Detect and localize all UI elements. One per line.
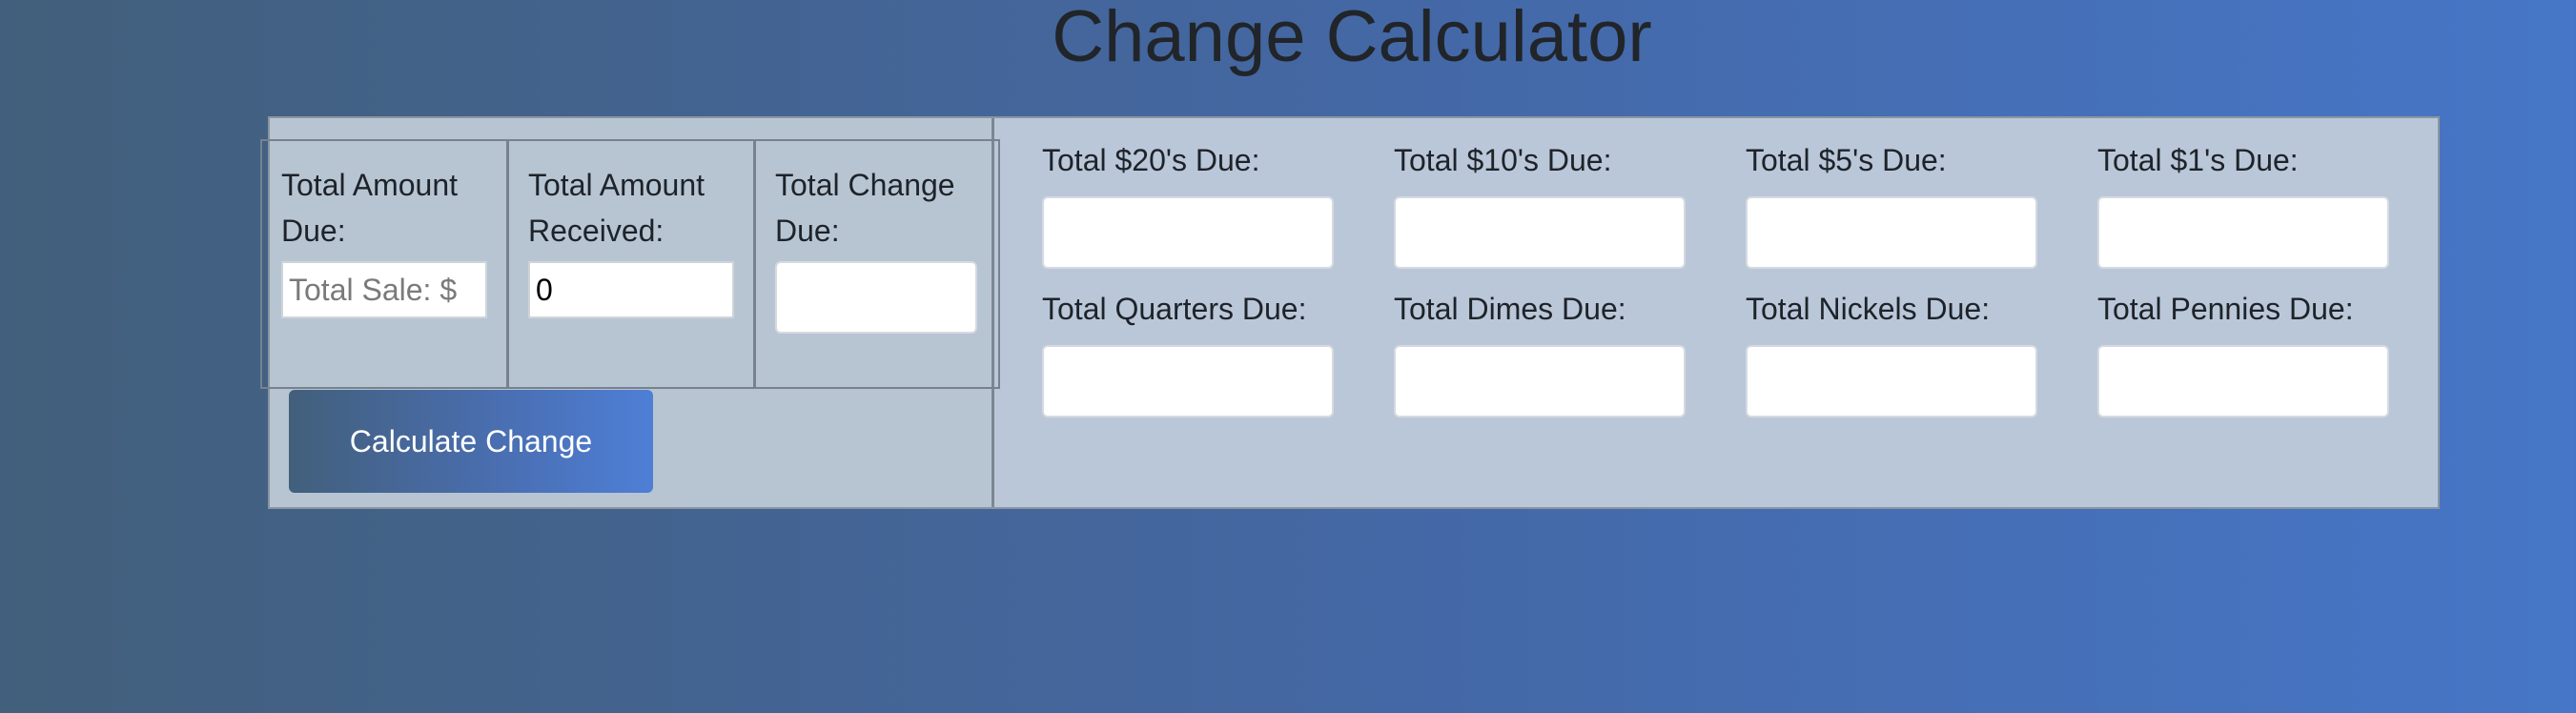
change-due-label: Total Change Due: — [775, 168, 955, 248]
twenties-due-label: Total $20's Due: — [1042, 143, 1260, 177]
ones-due-output[interactable] — [2097, 196, 2389, 269]
tens-due-output[interactable] — [1394, 196, 1686, 269]
quarters-due-group: Total Quarters Due: — [1042, 286, 1334, 418]
calculator-panel: Total Amount Due: Total Amount Received:… — [260, 116, 2440, 509]
fives-due-label: Total $5's Due: — [1746, 143, 1947, 177]
input-section: Total Amount Due: Total Amount Received:… — [260, 118, 1000, 507]
calculate-change-button[interactable]: Calculate Change — [289, 390, 653, 493]
change-due-output[interactable] — [775, 261, 977, 334]
dimes-due-output[interactable] — [1394, 345, 1686, 418]
page-title: Change Calculator — [1052, 0, 1652, 77]
ones-due-group: Total $1's Due: — [2097, 137, 2389, 269]
change-due-group: Total Change Due: — [756, 141, 998, 387]
amount-received-group: Total Amount Received: — [509, 141, 756, 387]
fives-due-group: Total $5's Due: — [1746, 137, 2037, 269]
nickels-due-label: Total Nickels Due: — [1746, 292, 1991, 326]
amount-inputs-row: Total Amount Due: Total Amount Received:… — [260, 139, 1000, 389]
pennies-due-output[interactable] — [2097, 345, 2389, 418]
amount-received-label: Total Amount Received: — [528, 168, 705, 248]
twenties-due-output[interactable] — [1042, 196, 1334, 269]
tens-due-group: Total $10's Due: — [1394, 137, 1686, 269]
quarters-due-output[interactable] — [1042, 345, 1334, 418]
nickels-due-output[interactable] — [1746, 345, 2037, 418]
amount-due-input[interactable] — [281, 261, 487, 318]
pennies-due-group: Total Pennies Due: — [2097, 286, 2389, 418]
denominations-section: Total $20's Due: Total $10's Due: Total … — [994, 118, 2438, 507]
amount-received-input[interactable] — [528, 261, 734, 318]
amount-due-label: Total Amount Due: — [281, 168, 458, 248]
twenties-due-group: Total $20's Due: — [1042, 137, 1334, 269]
dimes-due-group: Total Dimes Due: — [1394, 286, 1686, 418]
nickels-due-group: Total Nickels Due: — [1746, 286, 2037, 418]
amount-due-group: Total Amount Due: — [262, 141, 509, 387]
tens-due-label: Total $10's Due: — [1394, 143, 1612, 177]
fives-due-output[interactable] — [1746, 196, 2037, 269]
ones-due-label: Total $1's Due: — [2097, 143, 2299, 177]
dimes-due-label: Total Dimes Due: — [1394, 292, 1626, 326]
quarters-due-label: Total Quarters Due: — [1042, 292, 1307, 326]
denominations-grid: Total $20's Due: Total $10's Due: Total … — [1042, 137, 2389, 418]
pennies-due-label: Total Pennies Due: — [2097, 292, 2354, 326]
